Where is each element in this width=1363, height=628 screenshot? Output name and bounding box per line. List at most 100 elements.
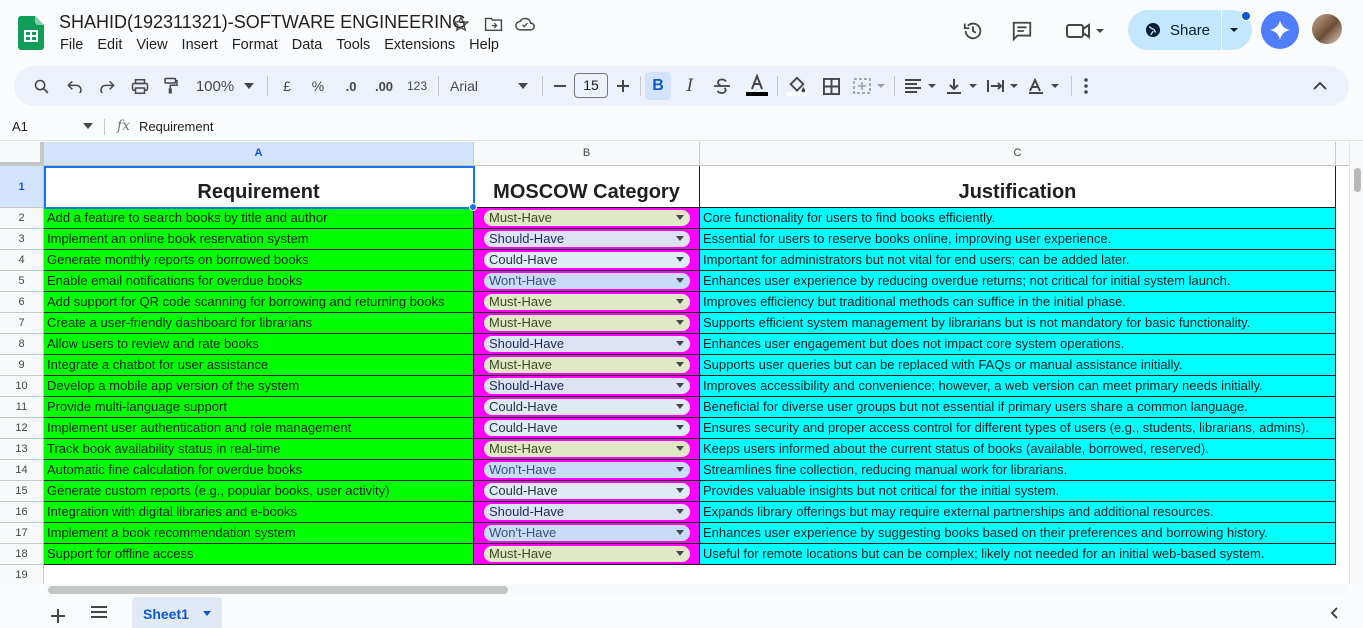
add-sheet-icon[interactable]: [51, 609, 65, 623]
justification-cell[interactable]: Useful for remote locations but can be c…: [700, 544, 1336, 565]
chevron-down-icon[interactable]: [676, 278, 684, 283]
gemini-icon[interactable]: [1261, 11, 1299, 49]
text-color-icon[interactable]: [745, 71, 769, 99]
chevron-down-icon[interactable]: [676, 404, 684, 409]
horizontal-scrollbar[interactable]: [44, 584, 1349, 596]
chevron-down-icon[interactable]: [676, 257, 684, 262]
menu-help[interactable]: Help: [469, 37, 506, 53]
justification-cell[interactable]: Beneficial for diverse user groups but n…: [700, 397, 1336, 418]
category-cell[interactable]: Could-Have: [474, 397, 700, 418]
category-cell[interactable]: Won't-Have: [474, 523, 700, 544]
zoom-dropdown-icon[interactable]: [242, 74, 256, 98]
justification-cell[interactable]: Improves accessibility and convenience; …: [700, 376, 1336, 397]
category-cell[interactable]: Must-Have: [474, 292, 700, 313]
requirement-cell[interactable]: Integration with digital libraries and e…: [44, 502, 474, 523]
row-header-4[interactable]: 4: [0, 250, 44, 271]
row-header-18[interactable]: 18: [0, 544, 44, 565]
chevron-down-icon[interactable]: [676, 509, 684, 514]
meet-video-icon[interactable]: [1063, 18, 1107, 44]
requirement-cell[interactable]: Generate monthly reports on borrowed boo…: [44, 250, 474, 271]
column-header-a[interactable]: A: [44, 142, 474, 166]
user-avatar[interactable]: [1312, 14, 1342, 44]
move-folder-icon[interactable]: [482, 14, 504, 34]
spreadsheet-grid[interactable]: A B C 1 Requirement MOSCOW Category Just…: [0, 142, 1363, 584]
category-cell[interactable]: Must-Have: [474, 439, 700, 460]
category-dropdown-chip[interactable]: Could-Have: [484, 483, 690, 499]
menu-tools[interactable]: Tools: [336, 37, 377, 53]
category-dropdown-chip[interactable]: Could-Have: [484, 399, 690, 415]
header-moscow-category[interactable]: MOSCOW Category: [474, 166, 700, 208]
share-dropdown-icon[interactable]: [1228, 24, 1240, 36]
category-cell[interactable]: Must-Have: [474, 544, 700, 565]
category-dropdown-chip[interactable]: Could-Have: [484, 252, 690, 268]
percent-format[interactable]: %: [309, 74, 327, 98]
category-cell[interactable]: Must-Have: [474, 208, 700, 229]
menu-format[interactable]: Format: [232, 37, 285, 53]
row-header-5[interactable]: 5: [0, 271, 44, 292]
requirement-cell[interactable]: Provide multi-language support: [44, 397, 474, 418]
text-wrapping-icon[interactable]: [985, 74, 1021, 98]
chevron-down-icon[interactable]: [676, 299, 684, 304]
requirement-cell[interactable]: Implement an online book reservation sys…: [44, 229, 474, 250]
fill-color-icon[interactable]: [786, 74, 808, 98]
justification-cell[interactable]: Provides valuable insights but not criti…: [700, 481, 1336, 502]
sheet-tab-active[interactable]: Sheet1: [132, 597, 222, 628]
star-icon[interactable]: [450, 14, 472, 34]
chevron-down-icon[interactable]: [676, 467, 684, 472]
category-cell[interactable]: Must-Have: [474, 313, 700, 334]
category-dropdown-chip[interactable]: Must-Have: [484, 210, 690, 226]
merge-cells-icon[interactable]: [852, 74, 888, 98]
bold-button[interactable]: B: [645, 72, 671, 100]
more-formats[interactable]: 123: [404, 74, 430, 98]
category-dropdown-chip[interactable]: Must-Have: [484, 294, 690, 310]
chevron-down-icon[interactable]: [676, 215, 684, 220]
chevron-down-icon[interactable]: [676, 341, 684, 346]
menu-file[interactable]: File: [60, 37, 90, 53]
row-header-14[interactable]: 14: [0, 460, 44, 481]
all-sheets-icon[interactable]: [91, 606, 107, 618]
row-header-12[interactable]: 12: [0, 418, 44, 439]
fill-handle[interactable]: [469, 203, 477, 211]
category-dropdown-chip[interactable]: Won't-Have: [484, 273, 690, 289]
requirement-cell[interactable]: Implement user authentication and role m…: [44, 418, 474, 439]
category-dropdown-chip[interactable]: Should-Have: [484, 378, 690, 394]
category-dropdown-chip[interactable]: Could-Have: [484, 420, 690, 436]
justification-cell[interactable]: Supports user queries but can be replace…: [700, 355, 1336, 376]
justification-cell[interactable]: Enhances user experience by suggesting b…: [700, 523, 1336, 544]
comments-icon[interactable]: [1009, 18, 1035, 44]
undo-icon[interactable]: [64, 74, 86, 98]
category-cell[interactable]: Won't-Have: [474, 271, 700, 292]
justification-cell[interactable]: Enhances user experience by reducing ove…: [700, 271, 1336, 292]
row-header-13[interactable]: 13: [0, 439, 44, 460]
chevron-left-icon[interactable]: [1330, 607, 1338, 619]
zoom-select[interactable]: 100%: [194, 74, 236, 98]
decrease-decimal[interactable]: .0: [339, 74, 363, 98]
justification-cell[interactable]: Essential for users to reserve books onl…: [700, 229, 1336, 250]
category-cell[interactable]: Must-Have: [474, 355, 700, 376]
text-rotation-icon[interactable]: [1026, 74, 1062, 98]
category-cell[interactable]: Won't-Have: [474, 460, 700, 481]
document-title[interactable]: SHAHID(192311321)-SOFTWARE ENGINEERING: [59, 12, 466, 33]
font-select[interactable]: Arial: [450, 74, 510, 98]
chevron-down-icon[interactable]: [676, 320, 684, 325]
justification-cell[interactable]: Streamlines fine collection, reducing ma…: [700, 460, 1336, 481]
decrease-font-size-icon[interactable]: [552, 74, 568, 98]
row-header-1[interactable]: 1: [0, 166, 44, 208]
sheets-logo-icon[interactable]: [18, 16, 44, 50]
requirement-cell[interactable]: Add a feature to search books by title a…: [44, 208, 474, 229]
category-cell[interactable]: Should-Have: [474, 229, 700, 250]
category-dropdown-chip[interactable]: Won't-Have: [484, 525, 690, 541]
share-button[interactable]: Share: [1128, 10, 1252, 50]
header-justification[interactable]: Justification: [700, 166, 1336, 208]
requirement-cell[interactable]: Automatic fine calculation for overdue b…: [44, 460, 474, 481]
category-cell[interactable]: Could-Have: [474, 418, 700, 439]
menu-data[interactable]: Data: [292, 37, 330, 53]
row-header-17[interactable]: 17: [0, 523, 44, 544]
column-header-d[interactable]: [1336, 142, 1349, 166]
menu-view[interactable]: View: [136, 37, 174, 53]
chevron-down-icon[interactable]: [676, 236, 684, 241]
requirement-cell[interactable]: Develop a mobile app version of the syst…: [44, 376, 474, 397]
menu-extensions[interactable]: Extensions: [384, 37, 462, 53]
justification-cell[interactable]: Ensures security and proper access contr…: [700, 418, 1336, 439]
category-dropdown-chip[interactable]: Must-Have: [484, 546, 690, 562]
